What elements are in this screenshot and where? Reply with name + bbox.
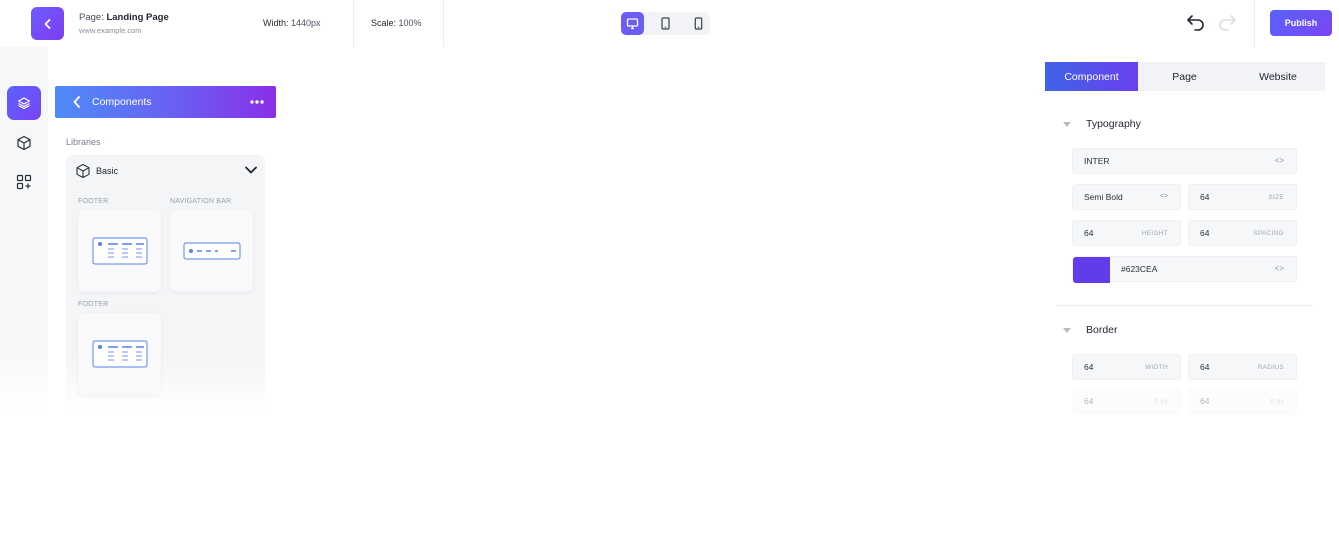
page-name: Landing Page [106,12,169,23]
border-extra-input-left[interactable]: 64 0 px [1072,388,1181,414]
desktop-view-button[interactable] [621,12,644,35]
font-size-input[interactable]: 64 SIZE [1188,184,1297,210]
divider [353,0,354,47]
border-extra-left-value: 64 [1084,396,1094,406]
tab-page[interactable]: Page [1138,62,1231,91]
section-label-footer: FOOTER [78,198,109,205]
navbar-preview-icon [183,242,240,260]
border-width-input[interactable]: 64 WIDTH [1072,354,1181,380]
footer-preview-icon [92,340,147,368]
width-value: 1440px [291,18,321,28]
device-switcher [621,12,710,35]
section-label-footer-2: FOOTER [78,301,109,308]
back-button[interactable] [31,7,64,40]
chevron-down-icon[interactable] [244,164,258,176]
border-extra-left-unit: 0 px [1154,398,1168,405]
border-radius-unit: RADIUS [1257,364,1284,371]
page-url: www.example.com [79,26,142,35]
rail-components-button[interactable] [7,126,41,160]
border-extra-input-right[interactable]: 64 0 px [1188,388,1297,414]
footer-component-thumbnail-2[interactable] [78,313,161,395]
width-readout: Width: 1440px [263,18,321,28]
font-size-value: 64 [1200,192,1210,202]
scale-label: Scale: [371,18,397,28]
panel-title: Components [92,96,152,108]
border-width-unit: WIDTH [1145,364,1168,371]
library-card: Basic FOOTER NAVIGATION BAR FOOTER [66,155,265,415]
border-extra-right-value: 64 [1200,396,1210,406]
chevron-left-icon [44,18,50,29]
navigation-bar-component-thumbnail[interactable] [170,210,253,292]
font-weight-select[interactable]: Semi Bold <> [1072,184,1181,210]
width-label: Width: [263,18,289,28]
inspector-tabs: Component Page Website [1045,62,1325,91]
layers-icon [17,97,31,110]
tablet-icon [661,17,670,30]
divider [1254,0,1255,47]
color-swatch[interactable] [1073,257,1110,283]
letter-spacing-input[interactable]: 64 SPACING [1188,220,1297,246]
text-color-input[interactable]: #623CEA <> [1072,256,1297,283]
undo-icon[interactable] [1186,13,1206,31]
border-title: Border [1086,324,1118,336]
letter-spacing-value: 64 [1200,228,1210,238]
page-info: Page: Landing Page www.example.com [79,12,169,35]
line-height-value: 64 [1084,228,1094,238]
code-icon: <> [1274,156,1284,165]
more-options-icon[interactable] [249,99,265,105]
color-hex-value: #623CEA [1121,264,1158,274]
collapse-triangle-icon[interactable] [1063,328,1071,333]
add-widget-icon [16,174,32,190]
top-bar: Page: Landing Page www.example.com Width… [0,0,1339,47]
inspector-panel: Component Page Website Typography INTER … [1045,62,1325,414]
section-divider [1056,305,1313,306]
code-icon: <> [1159,193,1168,200]
border-extra-right-unit: 0 px [1270,398,1284,405]
cube-icon [76,163,90,179]
footer-preview-icon [92,237,147,265]
tab-website[interactable]: Website [1231,62,1325,91]
border-radius-input[interactable]: 64 RADIUS [1188,354,1297,380]
mobile-view-button[interactable] [687,12,710,35]
publish-button[interactable]: Publish [1270,10,1332,36]
desktop-icon [626,18,639,30]
redo-icon[interactable] [1217,13,1237,31]
libraries-label: Libraries [66,137,101,147]
border-radius-value: 64 [1200,362,1210,372]
chevron-left-icon[interactable] [71,94,83,110]
footer-component-thumbnail[interactable] [78,210,161,292]
line-height-input[interactable]: 64 HEIGHT [1072,220,1181,246]
rail-add-widget-button[interactable] [7,165,41,199]
font-family-select[interactable]: INTER <> [1072,148,1297,174]
left-rail [0,47,48,412]
font-weight-value: Semi Bold [1084,192,1123,202]
letter-spacing-unit: SPACING [1253,230,1284,237]
tablet-view-button[interactable] [654,12,677,35]
collapse-triangle-icon[interactable] [1063,122,1071,127]
section-label-navigation-bar: NAVIGATION BAR [170,198,232,205]
page-prefix: Page: [79,12,104,23]
border-width-value: 64 [1084,362,1094,372]
scale-readout: Scale: 100% [371,18,422,28]
tab-component[interactable]: Component [1045,62,1138,91]
mobile-icon [694,17,703,30]
line-height-unit: HEIGHT [1141,230,1168,237]
rail-layers-button[interactable] [7,86,41,120]
code-icon: <> [1274,264,1284,273]
cube-icon [17,135,31,151]
scale-value: 100% [398,18,422,28]
font-size-unit: SIZE [1268,194,1284,201]
divider [443,0,444,47]
font-family-value: INTER [1084,156,1110,166]
components-panel-header: Components [55,86,276,118]
typography-title: Typography [1086,118,1141,130]
library-name: Basic [96,166,119,176]
